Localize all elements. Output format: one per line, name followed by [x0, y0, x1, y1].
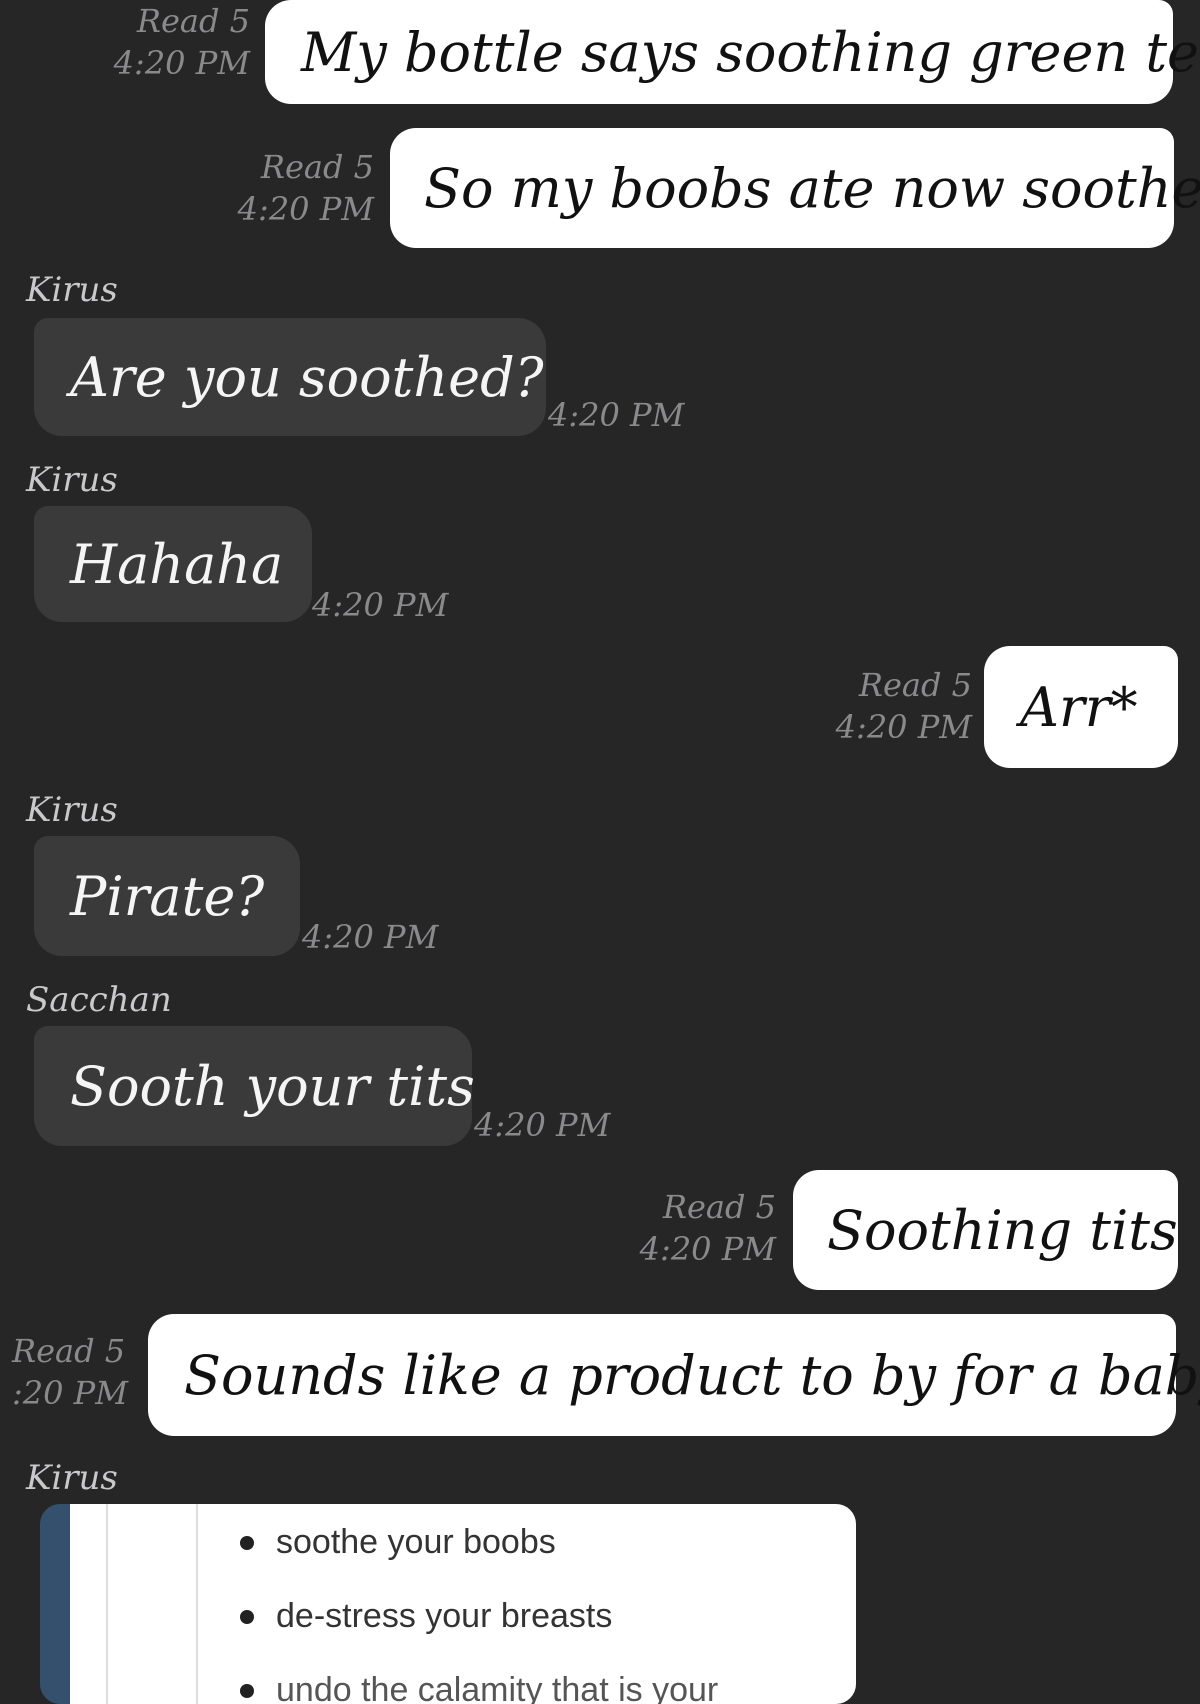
divider: [196, 1504, 198, 1704]
message-time: 4:20 PM: [312, 586, 449, 624]
outgoing-message[interactable]: So my boobs ate now soothed: [390, 128, 1200, 248]
divider: [106, 1504, 108, 1704]
bullet-list: soothe your boobs de-stress your breasts…: [240, 1512, 718, 1704]
list-item: de-stress your breasts: [240, 1586, 718, 1660]
outgoing-message[interactable]: Arr*: [984, 646, 1178, 768]
message-text: Sooth your tits: [70, 1054, 475, 1118]
message-text: So my boobs ate now soothed: [424, 156, 1200, 220]
message-text: Soothing tits: [827, 1198, 1178, 1262]
bullet-icon: [240, 1684, 254, 1698]
bullet-icon: [240, 1610, 254, 1624]
read-receipt: Read 5:20 PM: [12, 1332, 128, 1412]
message-text: Hahaha: [70, 532, 284, 596]
incoming-message[interactable]: Are you soothed?: [34, 318, 546, 436]
message-text: Arr*: [1020, 675, 1138, 739]
outgoing-message[interactable]: Soothing tits: [793, 1170, 1178, 1290]
incoming-message[interactable]: Hahaha: [34, 506, 312, 622]
message-text: Are you soothed?: [70, 345, 544, 409]
incoming-message[interactable]: Sooth your tits: [34, 1026, 475, 1146]
sender-name: Sacchan: [26, 980, 172, 1020]
list-item: undo the calamity that is your: [240, 1660, 718, 1704]
message-text: My bottle says soothing green tea: [301, 20, 1200, 84]
sender-name: Kirus: [26, 790, 118, 830]
read-receipt: Read 5 4:20 PM: [639, 1188, 776, 1268]
message-time: 4:20 PM: [474, 1106, 611, 1144]
list-item: soothe your boobs: [240, 1512, 718, 1586]
message-text: Pirate?: [70, 864, 265, 928]
read-receipt: Read 5 4:20 PM: [237, 148, 374, 228]
screenshot-image: soothe your boobs de-stress your breasts…: [70, 1504, 856, 1704]
image-attachment[interactable]: soothe your boobs de-stress your breasts…: [40, 1504, 856, 1704]
outgoing-message[interactable]: Sounds like a product to by for a baby: [148, 1314, 1200, 1436]
read-receipt: Read 5 4:20 PM: [835, 666, 972, 746]
message-time: 4:20 PM: [302, 918, 439, 956]
outgoing-message[interactable]: My bottle says soothing green tea: [265, 0, 1200, 104]
message-text: Sounds like a product to by for a baby: [184, 1343, 1200, 1407]
bullet-icon: [240, 1536, 254, 1550]
sender-name: Kirus: [26, 1458, 118, 1498]
read-receipt: Read 5 4:20 PM: [113, 2, 250, 82]
message-time: 4:20 PM: [548, 396, 685, 434]
sender-name: Kirus: [26, 270, 118, 310]
sender-name: Kirus: [26, 460, 118, 500]
incoming-message[interactable]: Pirate?: [34, 836, 300, 956]
